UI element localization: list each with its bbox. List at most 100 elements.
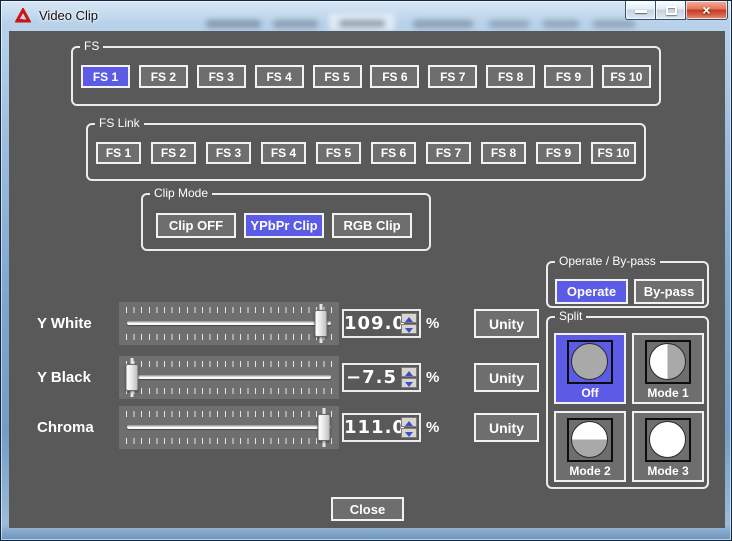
y-black-value-box[interactable]: −7.5 [342, 363, 421, 392]
spinner [401, 313, 417, 334]
maximize-icon [666, 6, 677, 15]
fs-button-5[interactable]: FS 5 [313, 65, 362, 88]
spin-down-button[interactable] [401, 378, 417, 388]
percent-label: % [426, 406, 439, 449]
fs-button-2[interactable]: FS 2 [139, 65, 188, 88]
caption-button-group: × [625, 1, 728, 20]
slider-ticks [126, 334, 332, 340]
close-window-button[interactable]: × [686, 1, 728, 20]
operate-bypass-group-label: Operate / By-pass [555, 254, 660, 268]
video-clip-window: Video Clip × FS FS 1 FS 2 FS 3 FS 4 FS 5… [0, 0, 732, 541]
y-black-unity-button[interactable]: Unity [474, 363, 539, 392]
fs-link-button-1[interactable]: FS 1 [96, 142, 141, 164]
y-black-label: Y Black [37, 356, 91, 399]
operate-bypass-group: Operate / By-pass Operate By-pass [546, 261, 709, 308]
slider-track[interactable] [127, 425, 331, 429]
rgb-clip-button[interactable]: RGB Clip [332, 213, 412, 238]
chroma-slider[interactable] [119, 406, 339, 449]
y-black-value: −7.5 [344, 365, 397, 390]
background-window-artifact [273, 20, 318, 28]
spin-up-button[interactable] [401, 417, 417, 427]
slider-ticks [126, 361, 332, 367]
slider-thumb[interactable] [315, 310, 328, 337]
spin-up-button[interactable] [401, 367, 417, 377]
window-title: Video Clip [39, 1, 98, 31]
fs-button-7[interactable]: FS 7 [428, 65, 477, 88]
fs-link-button-9[interactable]: FS 9 [536, 142, 581, 164]
background-window-artifact [206, 20, 261, 28]
y-black-slider[interactable] [119, 356, 339, 399]
chroma-value-box[interactable]: 111.0 [342, 413, 421, 442]
fs-button-6[interactable]: FS 6 [370, 65, 419, 88]
fs-link-button-8[interactable]: FS 8 [481, 142, 526, 164]
background-window-artifact [489, 20, 529, 28]
split-mode2-button[interactable]: Mode 2 [554, 411, 626, 482]
slider-ticks [126, 307, 332, 313]
chroma-value: 111.0 [344, 415, 397, 440]
split-icon-frame [645, 418, 691, 462]
split-mode1-button[interactable]: Mode 1 [632, 333, 704, 404]
split-icon-frame [645, 340, 691, 384]
fs-link-button-7[interactable]: FS 7 [426, 142, 471, 164]
split-group-label: Split [555, 309, 586, 323]
fs-link-group: FS Link FS 1 FS 2 FS 3 FS 4 FS 5 FS 6 FS… [86, 123, 646, 181]
fs-link-button-2[interactable]: FS 2 [151, 142, 196, 164]
split-mode3-label: Mode 3 [634, 464, 702, 478]
y-white-unity-button[interactable]: Unity [474, 309, 539, 338]
circle-horizontal-split-icon [571, 421, 608, 458]
y-white-value-box[interactable]: 109.0 [342, 309, 421, 338]
y-white-value: 109.0 [344, 311, 397, 336]
chroma-unity-button[interactable]: Unity [474, 413, 539, 442]
split-off-label: Off [556, 386, 624, 400]
slider-thumb[interactable] [126, 364, 139, 391]
operate-button[interactable]: Operate [555, 279, 628, 304]
percent-label: % [426, 302, 439, 345]
spin-down-button[interactable] [401, 428, 417, 438]
percent-label: % [426, 356, 439, 399]
fs-button-1[interactable]: FS 1 [81, 65, 130, 88]
fs-link-button-10[interactable]: FS 10 [591, 142, 636, 164]
split-group: Split Off Mode 1 Mode 2 [546, 316, 709, 489]
fs-group: FS FS 1 FS 2 FS 3 FS 4 FS 5 FS 6 FS 7 FS… [71, 46, 661, 106]
fs-button-9[interactable]: FS 9 [544, 65, 593, 88]
chroma-label: Chroma [37, 406, 94, 449]
clip-off-button[interactable]: Clip OFF [156, 213, 236, 238]
fs-button-3[interactable]: FS 3 [197, 65, 246, 88]
titlebar[interactable]: Video Clip × [1, 1, 731, 31]
fs-link-button-3[interactable]: FS 3 [206, 142, 251, 164]
slider-track[interactable] [127, 321, 331, 325]
split-mode2-label: Mode 2 [556, 464, 624, 478]
app-logo-icon [15, 8, 31, 24]
circle-solid-white-icon [649, 421, 686, 458]
split-icon-frame [567, 340, 613, 384]
ypbpr-clip-button[interactable]: YPbPr Clip [244, 213, 324, 238]
slider-ticks [126, 388, 332, 394]
y-white-slider[interactable] [119, 302, 339, 345]
fs-button-10[interactable]: FS 10 [602, 65, 651, 88]
slider-track[interactable] [127, 375, 331, 379]
clip-mode-group: Clip Mode Clip OFF YPbPr Clip RGB Clip [141, 193, 431, 251]
fs-link-group-label: FS Link [95, 116, 144, 130]
close-icon: × [686, 1, 727, 19]
fs-link-button-5[interactable]: FS 5 [316, 142, 361, 164]
background-window-artifact [413, 20, 473, 28]
clip-mode-group-label: Clip Mode [150, 186, 212, 200]
fs-button-4[interactable]: FS 4 [255, 65, 304, 88]
slider-ticks [126, 411, 332, 417]
spin-up-button[interactable] [401, 313, 417, 323]
fs-link-button-4[interactable]: FS 4 [261, 142, 306, 164]
slider-thumb[interactable] [317, 414, 330, 441]
slider-ticks [126, 438, 332, 444]
fs-link-button-row: FS 1 FS 2 FS 3 FS 4 FS 5 FS 6 FS 7 FS 8 … [96, 142, 636, 164]
background-window-artifact [543, 20, 579, 28]
split-off-button[interactable]: Off [554, 333, 626, 404]
split-mode3-button[interactable]: Mode 3 [632, 411, 704, 482]
close-button[interactable]: Close [331, 497, 404, 521]
fs-link-button-6[interactable]: FS 6 [371, 142, 416, 164]
bypass-button[interactable]: By-pass [634, 279, 704, 304]
split-mode1-label: Mode 1 [634, 386, 702, 400]
spin-down-button[interactable] [401, 324, 417, 334]
minimize-button[interactable] [625, 1, 655, 20]
maximize-button[interactable] [655, 1, 686, 20]
fs-button-8[interactable]: FS 8 [486, 65, 535, 88]
